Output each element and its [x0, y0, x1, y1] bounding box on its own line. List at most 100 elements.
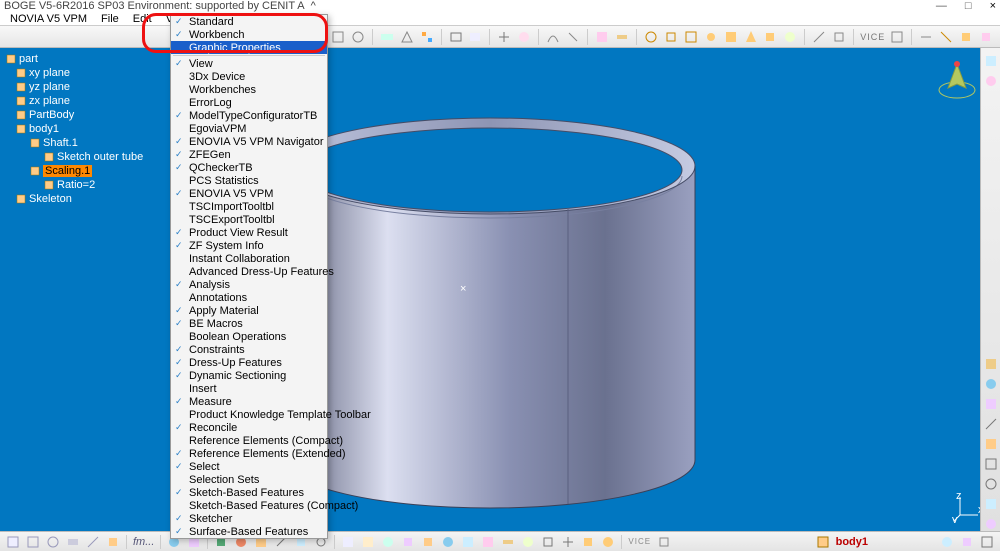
tool-icon[interactable]	[782, 29, 798, 45]
menu-item[interactable]: Sketch-Based Features	[171, 486, 327, 499]
tree-item[interactable]: xy plane	[2, 66, 168, 80]
menu-item[interactable]: Reference Elements (Extended)	[171, 447, 327, 460]
tool-icon[interactable]	[984, 437, 998, 451]
tool-icon[interactable]	[643, 29, 659, 45]
menu-item[interactable]: EgoviaVPM	[171, 122, 327, 135]
tool-icon[interactable]	[350, 29, 366, 45]
menu-file[interactable]: File	[95, 13, 125, 25]
status-icon[interactable]	[106, 535, 120, 549]
menu-item[interactable]: QCheckerTB	[171, 161, 327, 174]
menu-item[interactable]: Measure	[171, 395, 327, 408]
tool-icon[interactable]	[984, 397, 998, 411]
status-icon[interactable]	[561, 535, 575, 549]
tree-item[interactable]: Shaft.1	[2, 136, 168, 150]
status-icon[interactable]	[86, 535, 100, 549]
tool-icon[interactable]	[984, 74, 998, 88]
tree-item[interactable]: Skeleton	[2, 192, 168, 206]
menu-item[interactable]: Standard	[171, 15, 327, 28]
tool-icon[interactable]	[379, 29, 395, 45]
tree-item[interactable]: zx plane	[2, 94, 168, 108]
menu-item[interactable]: 3Dx Device	[171, 70, 327, 83]
menu-item[interactable]: Sketcher	[171, 512, 327, 525]
status-icon[interactable]	[601, 535, 615, 549]
tool-icon[interactable]	[984, 357, 998, 371]
tool-icon[interactable]	[984, 457, 998, 471]
menu-enovia[interactable]: NOVIA V5 VPM	[4, 13, 93, 25]
tool-icon[interactable]	[448, 29, 464, 45]
status-icon[interactable]	[541, 535, 555, 549]
menu-item[interactable]: Graphic Properties	[171, 41, 327, 54]
status-icon[interactable]	[980, 535, 994, 549]
tool-icon[interactable]	[743, 29, 759, 45]
tool-icon[interactable]	[663, 29, 679, 45]
status-icon[interactable]	[657, 535, 671, 549]
status-icon[interactable]	[361, 535, 375, 549]
menu-item[interactable]: Reconcile	[171, 421, 327, 434]
status-icon[interactable]	[960, 535, 974, 549]
menu-item[interactable]: Advanced Dress-Up Features	[171, 265, 327, 278]
tree-item[interactable]: Sketch outer tube	[2, 150, 168, 164]
menu-item[interactable]: Apply Material	[171, 304, 327, 317]
menu-item[interactable]: View	[171, 57, 327, 70]
status-icon[interactable]	[521, 535, 535, 549]
tool-icon[interactable]	[984, 497, 998, 511]
status-icon[interactable]	[341, 535, 355, 549]
status-icon[interactable]	[401, 535, 415, 549]
tool-icon[interactable]	[703, 29, 719, 45]
tool-icon[interactable]	[496, 29, 512, 45]
menu-item[interactable]: ZF System Info	[171, 239, 327, 252]
status-icon[interactable]	[26, 535, 40, 549]
tool-icon[interactable]	[984, 477, 998, 491]
menu-item[interactable]: BE Macros	[171, 317, 327, 330]
menu-item[interactable]: PCS Statistics	[171, 174, 327, 187]
status-icon[interactable]	[501, 535, 515, 549]
fm-label[interactable]: fm...	[133, 536, 154, 548]
tool-icon[interactable]	[723, 29, 739, 45]
menu-item[interactable]: Workbench	[171, 28, 327, 41]
menu-item[interactable]: Selection Sets	[171, 473, 327, 486]
tool-icon[interactable]	[938, 29, 954, 45]
tool-icon[interactable]	[918, 29, 934, 45]
menu-item[interactable]: ErrorLog	[171, 96, 327, 109]
status-icon[interactable]	[481, 535, 495, 549]
tool-icon[interactable]	[468, 29, 484, 45]
menu-item[interactable]: ENOVIA V5 VPM	[171, 187, 327, 200]
tool-icon[interactable]	[978, 29, 994, 45]
menu-item[interactable]: ENOVIA V5 VPM Navigator	[171, 135, 327, 148]
tool-icon[interactable]	[330, 29, 346, 45]
tool-icon[interactable]	[984, 54, 998, 68]
tool-icon[interactable]	[516, 29, 532, 45]
tool-icon[interactable]	[984, 377, 998, 391]
tool-icon[interactable]	[984, 517, 998, 531]
tool-icon[interactable]	[889, 29, 905, 45]
menu-item[interactable]: Insert	[171, 382, 327, 395]
status-icon[interactable]	[421, 535, 435, 549]
tree-item[interactable]: yz plane	[2, 80, 168, 94]
tool-icon[interactable]	[545, 29, 561, 45]
tree-item[interactable]: body1	[2, 122, 168, 136]
status-icon[interactable]	[46, 535, 60, 549]
tool-icon[interactable]	[763, 29, 779, 45]
tree-item[interactable]: PartBody	[2, 108, 168, 122]
tree-item[interactable]: Scaling.1	[2, 164, 168, 178]
status-icon[interactable]	[461, 535, 475, 549]
menu-item[interactable]: TSCImportTooltbl	[171, 200, 327, 213]
status-icon[interactable]	[381, 535, 395, 549]
menu-item[interactable]: Surface-Based Features	[171, 525, 327, 538]
menu-item[interactable]: TSCExportTooltbl	[171, 213, 327, 226]
menu-edit[interactable]: Edit	[127, 13, 158, 25]
status-icon[interactable]	[6, 535, 20, 549]
menu-item[interactable]: Sketch-Based Features (Compact)	[171, 499, 327, 512]
compass-icon[interactable]	[934, 58, 980, 104]
menu-item[interactable]: ZFEGen	[171, 148, 327, 161]
menu-item[interactable]: Product Knowledge Template Toolbar	[171, 408, 327, 421]
tool-icon[interactable]	[614, 29, 630, 45]
tool-icon[interactable]	[399, 29, 415, 45]
tool-icon[interactable]	[811, 29, 827, 45]
tool-icon[interactable]	[831, 29, 847, 45]
menu-item[interactable]: Constraints	[171, 343, 327, 356]
tree-item[interactable]: part	[2, 52, 168, 66]
tool-icon[interactable]	[594, 29, 610, 45]
close-button[interactable]: ×	[990, 0, 996, 12]
menu-item[interactable]: Workbenches	[171, 83, 327, 96]
